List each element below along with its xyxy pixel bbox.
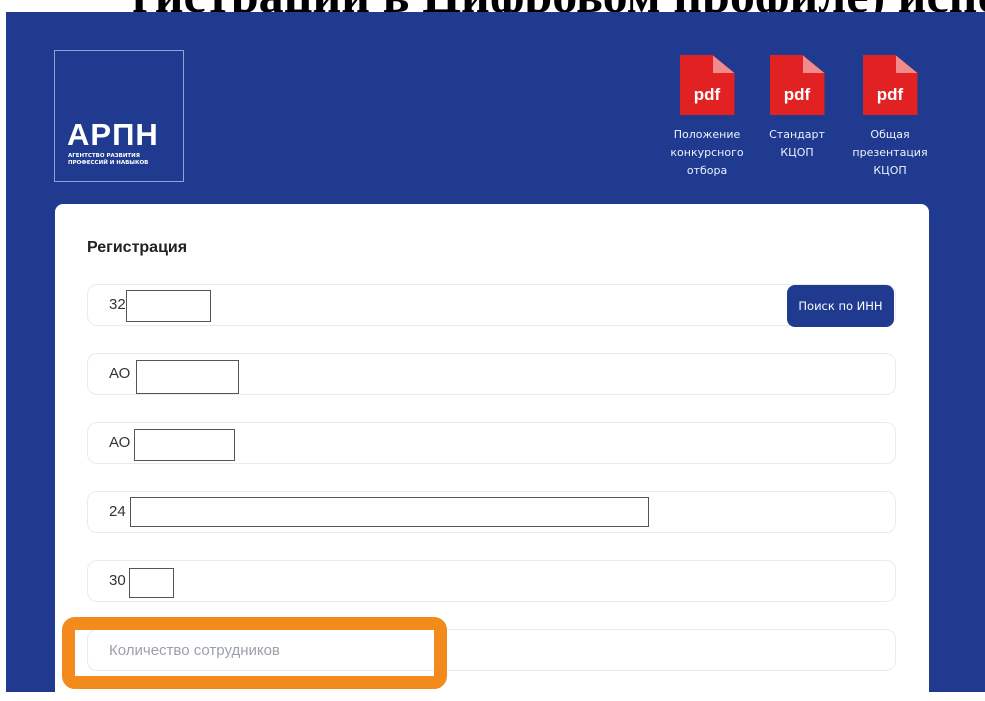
employees-count-field[interactable] [87, 629, 896, 671]
employees-count-input[interactable] [88, 630, 895, 670]
redaction-box [129, 568, 174, 598]
page-fold-shape [895, 55, 918, 73]
pdf-icon-text: pdf [876, 85, 904, 104]
organization-full-name-field[interactable]: АО [87, 422, 896, 464]
doc-label: Общая презентация КЦОП [845, 126, 935, 180]
code-field[interactable]: 30 [87, 560, 896, 602]
doc-label-line: отбора [686, 164, 728, 177]
inn-value: 32 [109, 296, 126, 313]
search-by-inn-button[interactable]: Поиск по ИНН [787, 285, 894, 327]
organization-value: АО [109, 365, 131, 382]
doc-label: Положение конкурсного отбора [662, 126, 752, 180]
pdf-file-icon: pdf [862, 55, 918, 115]
doc-label-line: Положение [673, 128, 741, 141]
bottom-white-strip [0, 692, 985, 701]
pdf-icon-text: pdf [783, 85, 811, 104]
redaction-box [130, 497, 649, 527]
doc-link-kcop-presentation[interactable]: pdf Общая презентация КЦОП [845, 55, 935, 180]
doc-label-line: Общая [870, 128, 910, 141]
doc-link-kcop-standard[interactable]: pdf Стандарт КЦОП [752, 55, 842, 162]
page-fold-shape [802, 55, 825, 73]
registration-card: Регистрация 32 Поиск по ИНН АО АО 24 30 [55, 204, 929, 701]
doc-label-line: КЦОП [780, 146, 814, 159]
registration-title: Регистрация [87, 239, 188, 256]
doc-label-line: Стандарт [769, 128, 825, 141]
pdf-file-icon: pdf [679, 55, 735, 115]
address-field[interactable]: 24 [87, 491, 896, 533]
pdf-file-icon: pdf [769, 55, 825, 115]
organization-field[interactable]: АО [87, 353, 896, 395]
redaction-box [136, 360, 239, 394]
inn-field[interactable]: 32 Поиск по ИНН [87, 284, 896, 327]
address-value: 24 [109, 503, 126, 520]
redaction-box [134, 429, 235, 461]
page-fold-shape [712, 55, 735, 73]
pdf-icon-text: pdf [693, 85, 721, 104]
doc-label-line: КЦОП [873, 164, 907, 177]
doc-link-contest-regulation[interactable]: pdf Положение конкурсного отбора [662, 55, 752, 180]
logo-subtitle: агентство развития профессий и навыков [68, 153, 149, 166]
arpn-logo[interactable]: АРПН агентство развития профессий и навы… [54, 50, 184, 182]
redaction-box [126, 290, 211, 322]
doc-label-line: конкурсного [670, 146, 744, 159]
doc-label: Стандарт КЦОП [752, 126, 842, 162]
code-value: 30 [109, 572, 126, 589]
organization-full-name-value: АО [109, 434, 131, 451]
doc-label-line: презентация [852, 146, 928, 159]
logo-title: АРПН [67, 117, 159, 152]
